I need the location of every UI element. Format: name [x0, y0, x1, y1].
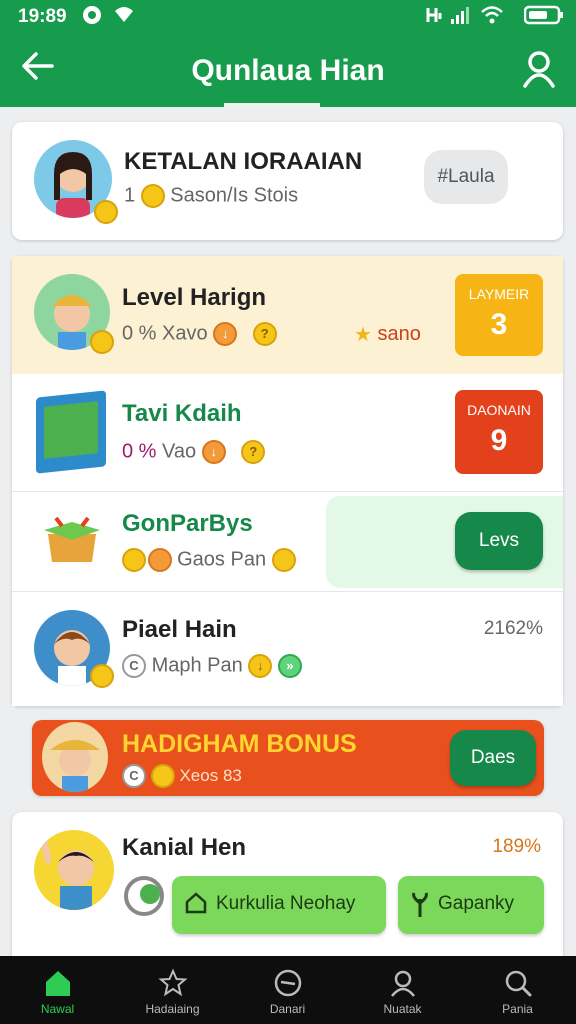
list-item[interactable]: GonParBys Gaos Pan Levs: [12, 492, 563, 592]
badge-label: DAONAIN: [467, 402, 531, 418]
nav-label: Pania: [502, 1002, 533, 1016]
clock-coin-icon: C: [122, 764, 146, 788]
coin-icon: [150, 764, 175, 788]
down-arrow-coin-icon: ↓: [201, 440, 226, 464]
row-percent: 189%: [492, 836, 541, 857]
notification-icon: [82, 5, 102, 30]
signal-icon: [450, 5, 474, 30]
profile-subtitle: Sason/Is Stois: [170, 184, 299, 207]
star-icon: ★: [354, 324, 372, 346]
wifi-icon: [480, 5, 504, 30]
button-label: Kurkulia Neohay: [216, 893, 356, 914]
bonus-subtitle: C Xeos 83: [122, 764, 242, 788]
bonus-banner[interactable]: HADIGHAM BONUS C Xeos 83 Daes: [32, 720, 544, 796]
coin-icon: [122, 548, 146, 572]
row-title: Tavi Kdaih: [122, 400, 242, 427]
star-outline-icon: [157, 968, 188, 998]
level-badge[interactable]: LAYMEIR 3: [455, 274, 543, 356]
daes-button[interactable]: Daes: [450, 730, 536, 786]
badge-value: 9: [490, 424, 508, 457]
sprout-icon: [410, 891, 430, 923]
row-title: Piael Hain: [122, 616, 237, 643]
title-underline: [224, 103, 320, 107]
question-coin-icon: ?: [241, 440, 266, 464]
row-sub-text: Vao: [162, 440, 197, 463]
status-bar: 19:89: [0, 0, 576, 34]
profile-name: KETALAN IORAAIAN: [124, 148, 363, 175]
row-subtitle: Gaos Pan: [122, 548, 296, 572]
bottom-nav: Nawal Hadaiaing Danari Nuatak Pania: [0, 956, 576, 1024]
bonus-avatar: [42, 722, 108, 792]
wifi-icon-left: [114, 5, 134, 28]
rewards-list: Level Harign 0 % Xavo ↓ ? ★ sano LAYMEIR…: [12, 256, 563, 706]
battery-icon: [523, 5, 564, 30]
question-coin-icon: ?: [252, 322, 277, 346]
row-subtitle: 0 % Vao ↓ ?: [122, 440, 266, 464]
app-bar: Qunlaua Hian: [0, 34, 576, 107]
clock-coin-icon: C: [122, 654, 146, 678]
down-arrow-coin-icon: ↓: [213, 322, 238, 346]
avatar-coin-icon: [90, 664, 114, 688]
daonain-badge[interactable]: DAONAIN 9: [455, 390, 543, 474]
row-sub-text: Maph Pan: [151, 654, 243, 677]
nav-item-nuatak[interactable]: Nuatak: [345, 956, 460, 1024]
gapanky-button[interactable]: Gapanky: [398, 876, 544, 934]
profile-icon[interactable]: [522, 50, 556, 88]
nav-label: Hadaiaing: [145, 1002, 200, 1016]
game-box-image: [36, 390, 106, 474]
profile-card[interactable]: KETALAN IORAAIAN 1 Sason/Is Stois #Laula: [12, 122, 563, 240]
row-title: Kanial Hen: [122, 834, 247, 861]
avatar-coin-icon: [94, 200, 118, 224]
page-title: Qunlaua Hian: [191, 54, 385, 87]
row-extra: ★ sano: [354, 322, 421, 347]
row-extra-text: sano: [377, 323, 421, 345]
home-icon: [43, 968, 73, 998]
avatar-coin-icon: [90, 330, 114, 354]
list-item[interactable]: Kanial Hen 189% Kurkulia Neohay Gapanky: [12, 812, 563, 956]
levs-button[interactable]: Levs: [455, 512, 543, 570]
home-outline-icon: [184, 891, 208, 921]
profile-meta: 1 Sason/Is Stois: [124, 184, 298, 208]
row-subtitle: 0 % Xavo ↓ ?: [122, 322, 277, 346]
row-title: Level Harign: [122, 284, 267, 311]
progress-ring-icon: [122, 874, 166, 923]
badge-value: 3: [490, 308, 508, 341]
nav-label: Nawal: [40, 1002, 75, 1016]
kurkulia-neohay-button[interactable]: Kurkulia Neohay: [172, 876, 386, 934]
profile-coin-count: 1: [124, 184, 136, 207]
nav-item-nawal[interactable]: Nawal: [0, 956, 115, 1024]
coin-icon: [271, 548, 296, 572]
search-icon: [503, 968, 533, 998]
status-time: 19:89: [18, 6, 67, 27]
nav-item-danari[interactable]: Danari: [230, 956, 345, 1024]
row-percent: 2162%: [483, 618, 543, 639]
circle-minus-icon: [273, 968, 303, 998]
gift-box-icon: [42, 514, 102, 566]
nav-item-pania[interactable]: Pania: [460, 956, 575, 1024]
nav-label: Nuatak: [383, 1002, 422, 1016]
nav-item-hadaiaing[interactable]: Hadaiaing: [115, 956, 230, 1024]
waving-avatar: [34, 830, 114, 910]
row-percent: 0 %: [122, 440, 157, 463]
bonus-sub-text: Xeos 83: [179, 766, 242, 785]
badge-label: LAYMEIR: [468, 286, 530, 302]
network-icon: [424, 5, 444, 30]
orange-coin-icon: [147, 548, 172, 572]
list-item[interactable]: Tavi Kdaih 0 % Vao ↓ ? DAONAIN 9: [12, 374, 563, 492]
down-arrow-coin-icon: ↓: [248, 654, 273, 678]
list-item[interactable]: Piael Hain C Maph Pan ↓ » 2162%: [12, 592, 563, 706]
coin-icon: [140, 184, 165, 208]
button-label: Gapanky: [438, 893, 515, 914]
row-sub-text: Gaos Pan: [177, 548, 267, 571]
row-percent: 0 %: [122, 322, 157, 345]
row-title: GonParBys: [122, 510, 253, 537]
profile-tag-bubble[interactable]: #Laula: [424, 150, 508, 204]
bonus-title: HADIGHAM BONUS: [122, 730, 357, 758]
nav-label: Danari: [269, 1002, 306, 1016]
green-gem-icon: »: [277, 654, 302, 678]
person-icon: [388, 968, 418, 998]
row-subtitle: C Maph Pan ↓ »: [122, 654, 302, 678]
row-sub-text: Xavo: [162, 322, 208, 345]
list-item[interactable]: Level Harign 0 % Xavo ↓ ? ★ sano LAYMEIR…: [12, 256, 563, 374]
